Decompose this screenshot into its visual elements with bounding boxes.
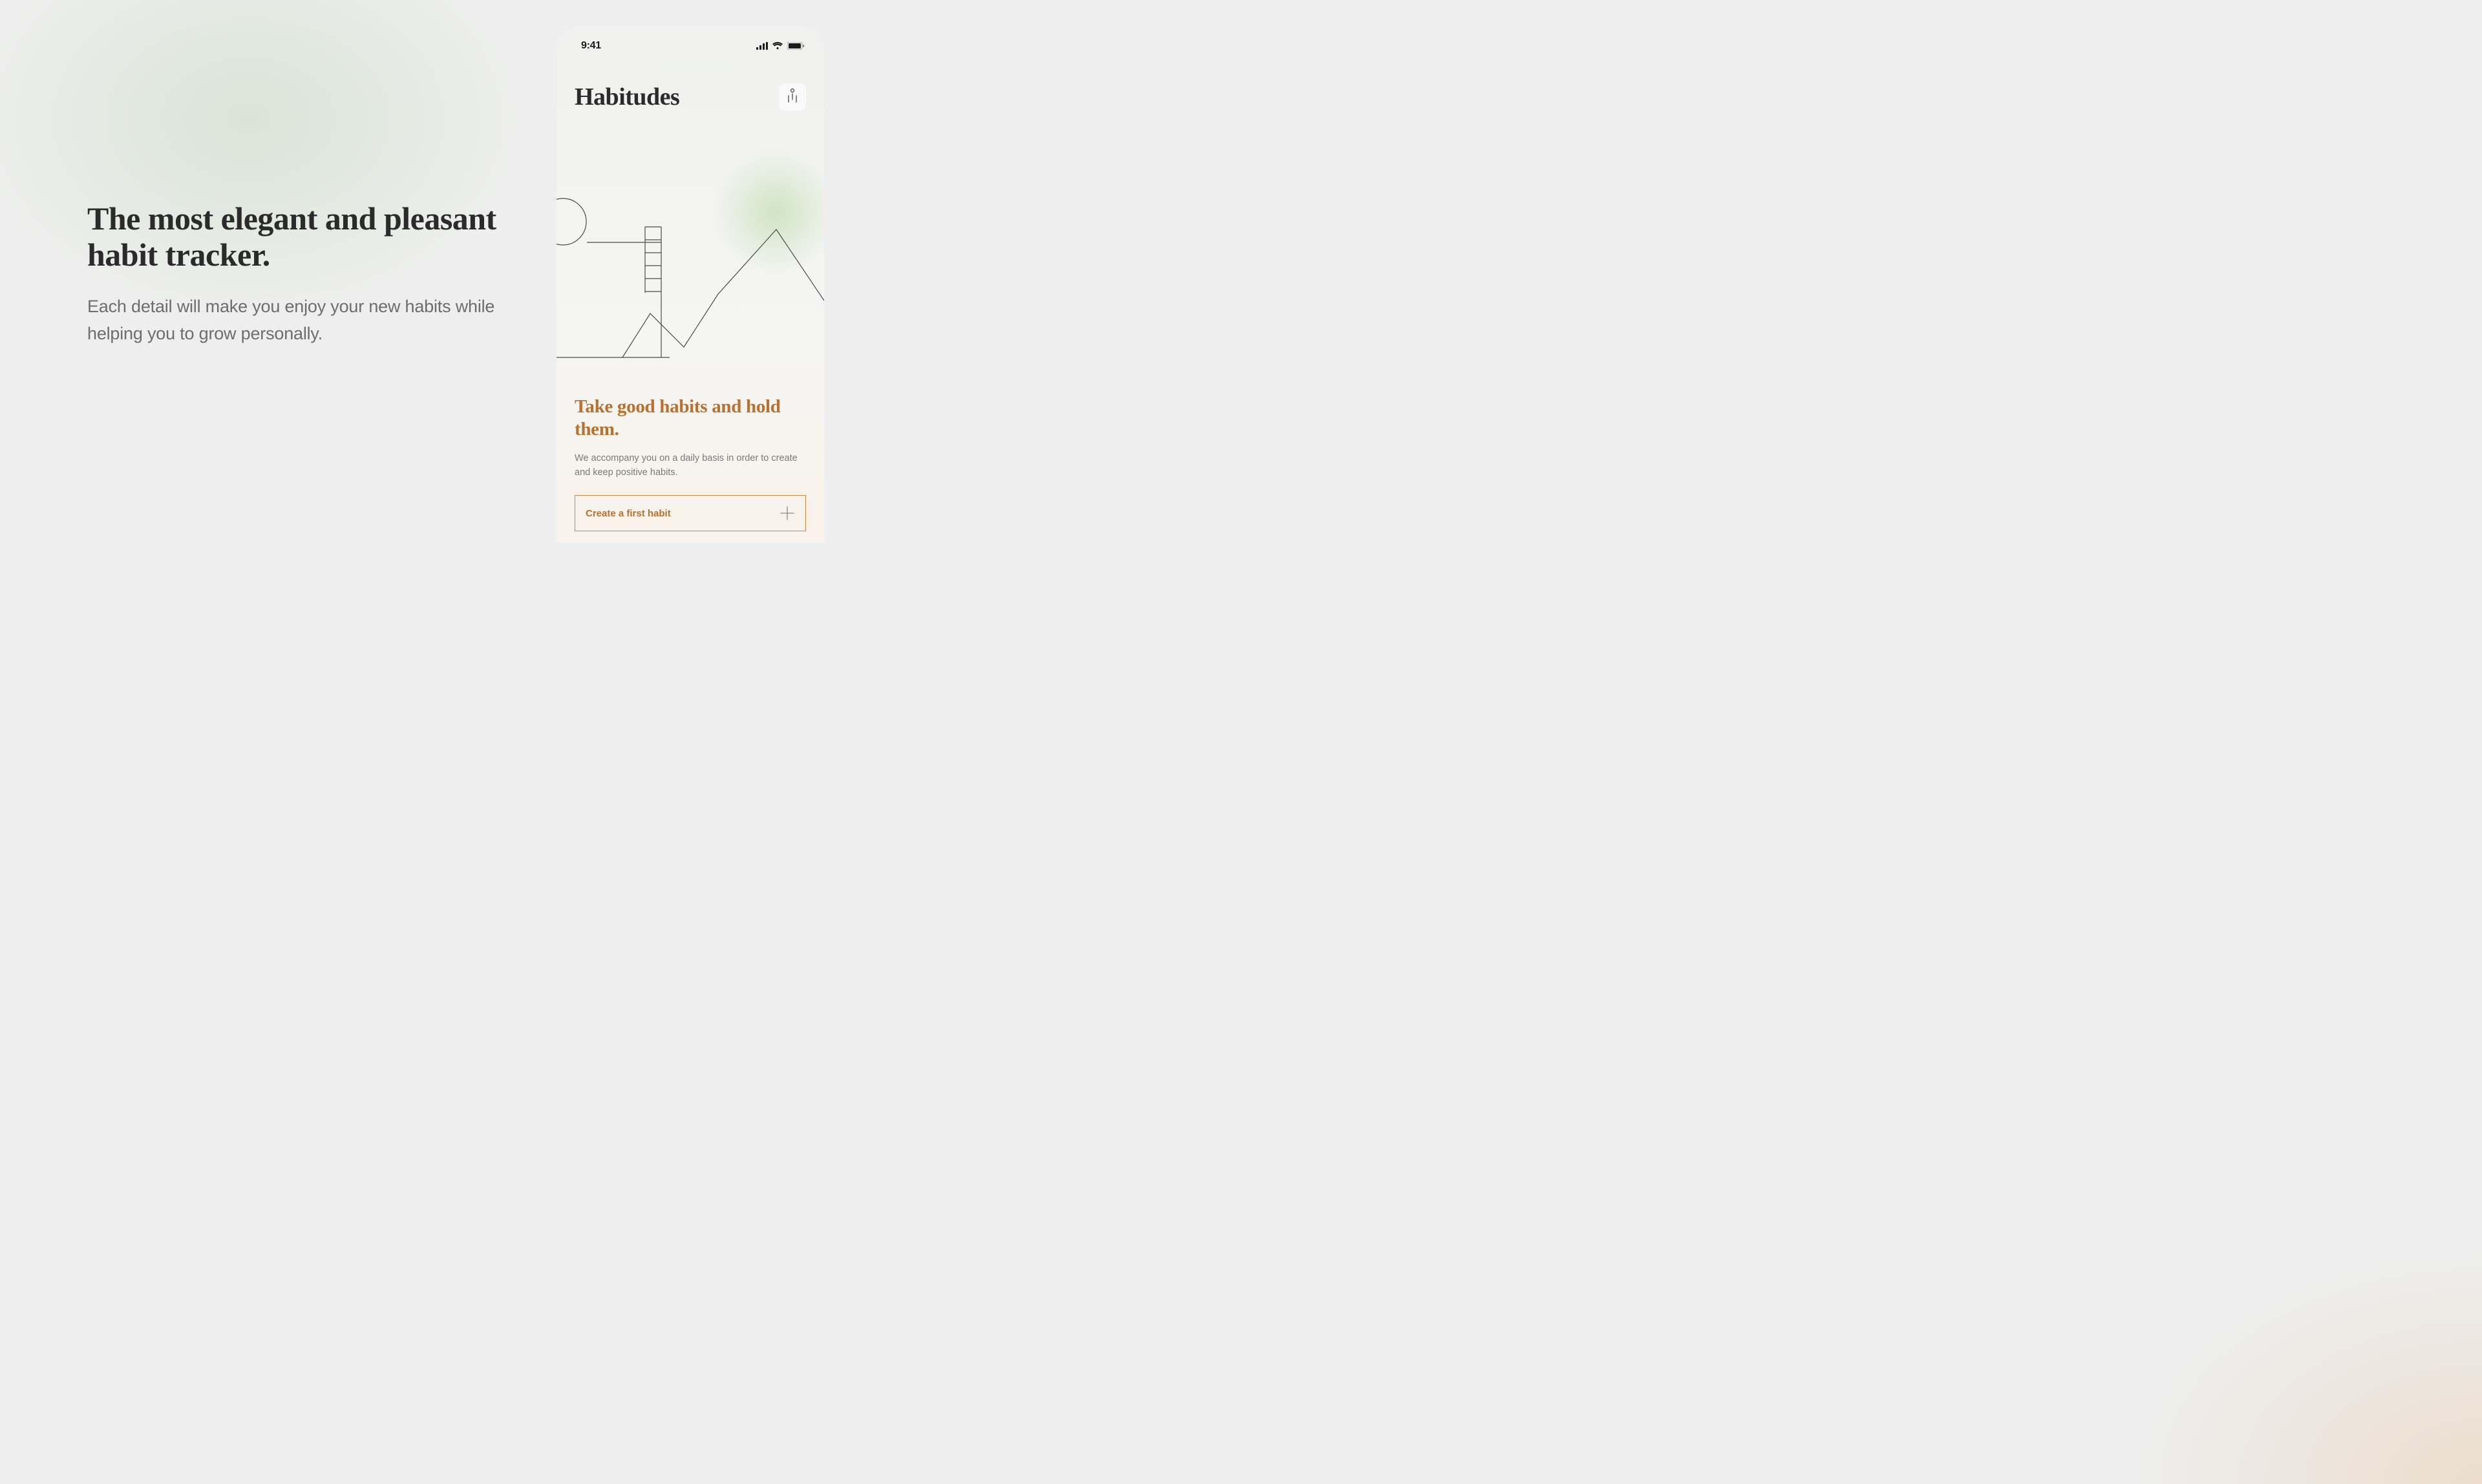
app-header: Habitudes: [557, 54, 824, 111]
phone-mockup: 9:41: [557, 26, 824, 543]
wifi-icon: [772, 42, 783, 50]
status-icons: [756, 42, 805, 50]
cta-label: Create a first habit: [586, 508, 671, 519]
settings-sliders-icon: [786, 88, 799, 107]
onboarding-block: Take good habits and hold them. We accom…: [575, 396, 806, 531]
plus-icon: [780, 505, 795, 521]
onboarding-body: We accompany you on a daily basis in ord…: [575, 452, 806, 480]
cellular-signal-icon: [756, 42, 768, 50]
status-bar: 9:41: [557, 26, 824, 54]
onboarding-title: Take good habits and hold them.: [575, 396, 806, 441]
battery-full-icon: [787, 42, 805, 50]
app-title: Habitudes: [575, 83, 679, 111]
onboarding-illustration: [557, 178, 824, 365]
create-first-habit-button[interactable]: Create a first habit: [575, 495, 806, 531]
status-time: 9:41: [581, 40, 601, 52]
marketing-headline: The most elegant and pleasant habit trac…: [87, 200, 501, 273]
marketing-subcopy: Each detail will make you enjoy your new…: [87, 293, 501, 348]
settings-button[interactable]: [779, 83, 806, 111]
marketing-copy: The most elegant and pleasant habit trac…: [87, 200, 501, 348]
